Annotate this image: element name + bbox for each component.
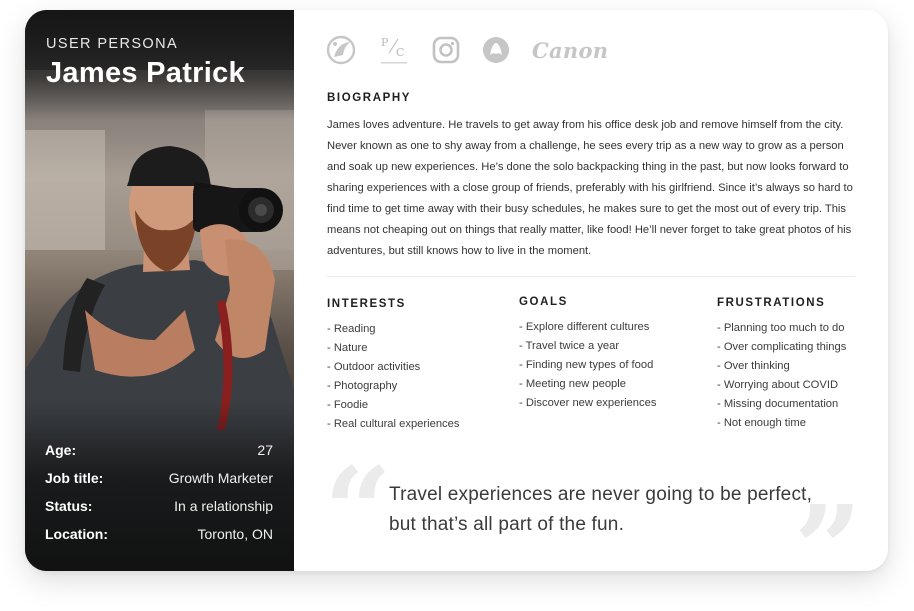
close-quote-icon: ” bbox=[794, 479, 862, 572]
canon-logo: Canon bbox=[532, 37, 609, 63]
brand-logos: P C Canon bbox=[326, 34, 630, 66]
list-item: - Travel twice a year bbox=[519, 340, 620, 352]
stat-value: Growth Marketer bbox=[168, 470, 273, 486]
stat-key: Age: bbox=[45, 442, 77, 458]
list-item: - Explore different cultures bbox=[519, 321, 650, 333]
pc-logo-icon: P C bbox=[378, 33, 410, 67]
svg-text:P: P bbox=[381, 36, 389, 49]
stat-key: Location: bbox=[45, 526, 108, 542]
biography-title: BIOGRAPHY bbox=[327, 92, 412, 104]
instagram-logo-icon bbox=[432, 36, 460, 64]
list-item: - Not enough time bbox=[717, 417, 806, 429]
interests-title: INTERESTS bbox=[327, 298, 406, 310]
persona-quote: Travel experiences are never going to be… bbox=[389, 484, 813, 535]
biography-text: James loves adventure. He travels to get… bbox=[327, 119, 853, 257]
svg-text:C: C bbox=[396, 46, 404, 59]
stat-row-job-title: Job title: Growth Marketer bbox=[45, 470, 273, 498]
list-item: - Worrying about COVID bbox=[717, 379, 839, 391]
stat-row-status: Status: In a relationship bbox=[45, 498, 273, 526]
persona-photo-panel: USER PERSONA James Patrick Age: 27 Job t… bbox=[25, 10, 294, 571]
frustrations-title: FRUSTRATIONS bbox=[717, 297, 826, 309]
section-divider bbox=[327, 276, 855, 277]
list-item: - Over complicating things bbox=[717, 341, 847, 353]
stat-value: In a relationship bbox=[174, 498, 273, 514]
list-item: - Finding new types of food bbox=[519, 359, 654, 371]
list-item: - Discover new experiences bbox=[519, 397, 657, 409]
interests-section: INTERESTS - Reading - Nature - Outdoor a… bbox=[327, 298, 459, 434]
list-item: - Meeting new people bbox=[519, 378, 626, 390]
lululemon-logo-icon bbox=[482, 36, 510, 64]
goals-section: GOALS - Explore different cultures - Tra… bbox=[519, 296, 656, 413]
stat-value: 27 bbox=[257, 442, 273, 458]
frustrations-list: - Planning too much to do - Over complic… bbox=[717, 319, 846, 433]
persona-card: USER PERSONA James Patrick Age: 27 Job t… bbox=[25, 10, 888, 571]
goals-title: GOALS bbox=[519, 296, 568, 308]
stat-value: Toronto, ON bbox=[197, 526, 273, 542]
interests-list: - Reading - Nature - Outdoor activities … bbox=[327, 320, 459, 434]
frustrations-section: FRUSTRATIONS - Planning too much to do -… bbox=[717, 297, 846, 433]
list-item: - Planning too much to do bbox=[717, 322, 845, 334]
stat-row-age: Age: 27 bbox=[45, 442, 273, 470]
list-item: - Photography bbox=[327, 380, 398, 392]
persona-name: James Patrick bbox=[46, 57, 245, 89]
stat-key: Job title: bbox=[45, 470, 104, 486]
stat-key: Status: bbox=[45, 498, 93, 514]
persona-stats: Age: 27 Job title: Growth Marketer Statu… bbox=[45, 442, 273, 554]
persona-details: P C Canon BIOGRAPHY James loves adventur… bbox=[294, 10, 888, 571]
open-quote-icon: “ bbox=[324, 441, 392, 571]
persona-label: USER PERSONA bbox=[46, 36, 179, 52]
list-item: - Real cultural experiences bbox=[327, 418, 460, 430]
list-item: - Outdoor activities bbox=[327, 361, 421, 373]
raptors-logo-icon bbox=[326, 35, 356, 65]
list-item: - Foodie bbox=[327, 399, 369, 411]
list-item: - Reading bbox=[327, 323, 376, 335]
list-item: - Over thinking bbox=[717, 360, 790, 372]
list-item: - Nature bbox=[327, 342, 368, 354]
goals-list: - Explore different cultures - Travel tw… bbox=[519, 318, 656, 413]
list-item: - Missing documentation bbox=[717, 398, 839, 410]
stat-row-location: Location: Toronto, ON bbox=[45, 526, 273, 554]
